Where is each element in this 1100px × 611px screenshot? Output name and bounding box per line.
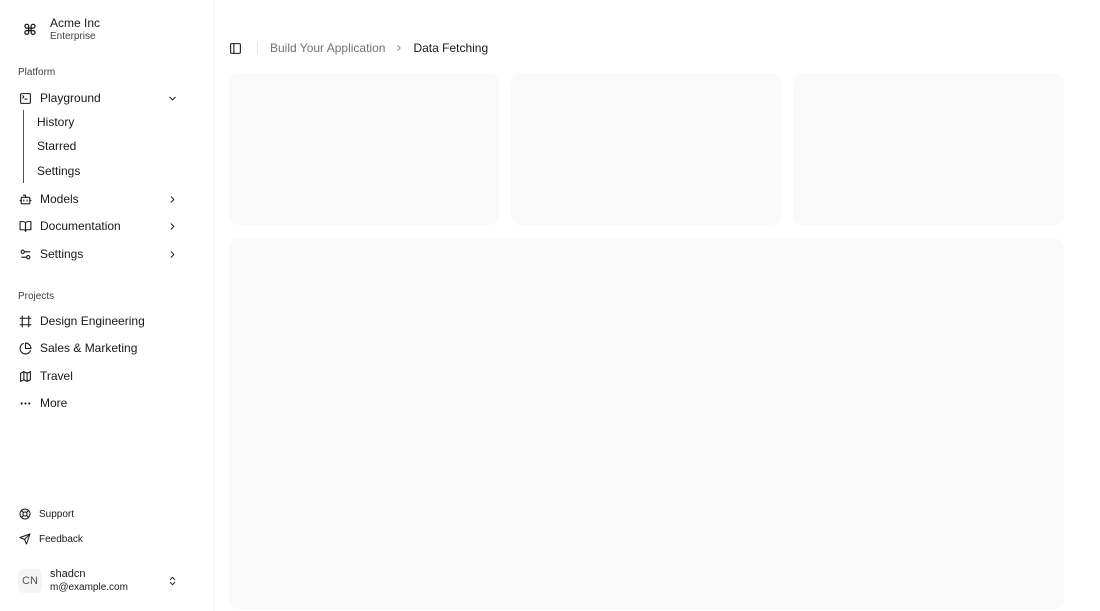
project-label: Travel: [40, 369, 73, 383]
send-icon: [18, 533, 31, 546]
sidebar-item-settings[interactable]: Settings: [10, 241, 186, 267]
sidebar-item-playground[interactable]: Playground: [10, 85, 186, 111]
sidebar-item-models[interactable]: Models: [10, 186, 186, 212]
sidebar-item-label: Playground: [40, 91, 101, 105]
sidebar: ⌘ Acme Inc Enterprise Platform Playgroun…: [0, 0, 213, 611]
life-buoy-icon: [18, 508, 31, 521]
sidebar-item-label: Settings: [40, 247, 84, 261]
breadcrumb-current-page: Data Fetching: [413, 41, 489, 55]
map-icon: [18, 369, 32, 383]
book-open-icon: [18, 219, 32, 233]
page-header: Build Your Application Data Fetching: [214, 32, 1100, 64]
sidebar-item-label: Models: [40, 192, 79, 206]
main-content: Build Your Application Data Fetching: [213, 0, 1100, 611]
feedback-link[interactable]: Feedback: [10, 528, 186, 550]
more-horizontal-icon: [18, 396, 32, 410]
sidebar-subitem-starred[interactable]: Starred: [30, 135, 180, 157]
submenu-guide-line: [23, 110, 24, 183]
chevron-right-icon: [166, 220, 178, 232]
terminal-square-icon: [18, 91, 32, 105]
chevron-right-icon: [394, 43, 404, 53]
chevron-right-icon: [166, 248, 178, 260]
breadcrumb: Build Your Application Data Fetching: [270, 41, 488, 55]
team-switcher[interactable]: ⌘ Acme Inc Enterprise: [10, 10, 203, 50]
projects-group-label: Projects: [18, 291, 55, 302]
header-divider: [257, 41, 258, 55]
sidebar-item-label: Documentation: [40, 219, 121, 233]
bot-icon: [18, 192, 32, 206]
settings-2-icon: [18, 247, 32, 261]
team-info: Acme Inc Enterprise: [50, 16, 101, 43]
user-menu[interactable]: CN shadcn m@example.com: [10, 562, 186, 600]
panel-left-icon: [229, 42, 241, 54]
project-item-more[interactable]: More: [10, 390, 186, 416]
project-item-travel[interactable]: Travel: [10, 363, 186, 389]
project-item-design-engineering[interactable]: Design Engineering: [10, 308, 186, 334]
user-info: shadcn m@example.com: [50, 568, 158, 593]
project-label: Design Engineering: [40, 314, 145, 328]
breadcrumb-link[interactable]: Build Your Application: [270, 41, 385, 55]
pie-chart-icon: [18, 341, 32, 355]
support-label: Support: [39, 508, 75, 520]
team-plan: Enterprise: [50, 31, 96, 43]
placeholder-content-panel: [229, 238, 1064, 609]
avatar: CN: [18, 569, 42, 593]
support-link[interactable]: Support: [10, 503, 186, 525]
sidebar-subitem-history[interactable]: History: [30, 111, 180, 133]
feedback-label: Feedback: [39, 533, 83, 545]
frame-icon: [18, 314, 32, 328]
chevrons-up-down-icon: [166, 574, 178, 588]
user-email: m@example.com: [50, 581, 128, 593]
placeholder-card: [793, 73, 1064, 225]
placeholder-card: [229, 73, 499, 225]
placeholder-card: [511, 73, 781, 225]
app-shell: ⌘ Acme Inc Enterprise Platform Playgroun…: [0, 0, 1100, 611]
chevron-right-icon: [166, 193, 178, 205]
project-item-sales-marketing[interactable]: Sales & Marketing: [10, 335, 186, 361]
project-label: More: [40, 396, 68, 410]
user-name: shadcn: [50, 568, 86, 581]
sidebar-toggle-button[interactable]: [228, 41, 242, 55]
chevron-down-icon: [166, 92, 178, 104]
sidebar-item-documentation[interactable]: Documentation: [10, 213, 186, 239]
command-icon: ⌘: [23, 22, 37, 39]
project-label: Sales & Marketing: [40, 341, 138, 355]
team-name: Acme Inc: [50, 16, 101, 31]
sidebar-subitem-settings[interactable]: Settings: [30, 160, 180, 182]
platform-group-label: Platform: [18, 67, 56, 78]
